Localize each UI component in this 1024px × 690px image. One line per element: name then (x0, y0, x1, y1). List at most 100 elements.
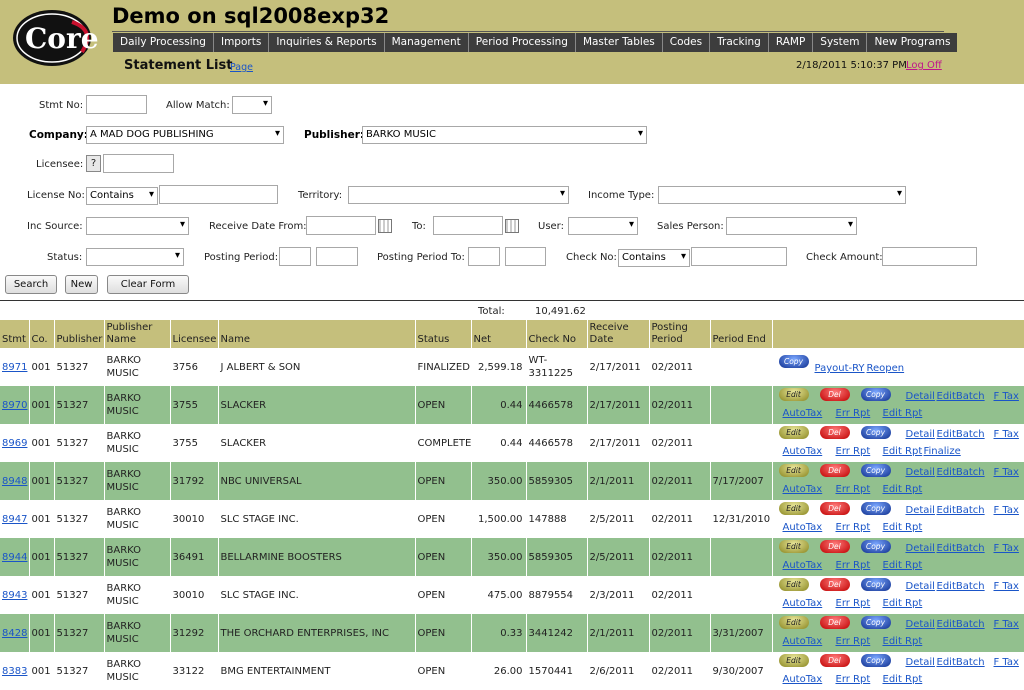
nav-item-management[interactable]: Management (385, 33, 469, 52)
edit-rpt-link[interactable]: Edit Rpt (883, 673, 923, 686)
license-no-mode-select[interactable]: Contains (86, 187, 158, 205)
edit-button[interactable]: Edit (778, 578, 809, 591)
autotax-link[interactable]: AutoTax (783, 559, 823, 572)
nav-item-system[interactable]: System (813, 33, 868, 52)
delete-button[interactable]: Del (819, 654, 850, 667)
stmt-link[interactable]: 8947 (2, 514, 27, 525)
editbatch-link[interactable]: EditBatch (937, 504, 985, 517)
copy-button[interactable]: Copy (860, 388, 891, 401)
err-rpt-link[interactable]: Err Rpt (836, 521, 871, 534)
inc-source-select[interactable] (86, 217, 189, 235)
posting-period-month-input[interactable] (279, 247, 311, 266)
autotax-link[interactable]: AutoTax (783, 635, 823, 648)
company-select[interactable]: A MAD DOG PUBLISHING (86, 126, 284, 144)
nav-item-new-programs[interactable]: New Programs (867, 33, 957, 52)
stmt-link[interactable]: 8383 (2, 666, 27, 677)
editbatch-link[interactable]: EditBatch (937, 466, 985, 479)
f-tax-link[interactable]: F Tax (994, 504, 1019, 517)
copy-button[interactable]: Copy (860, 502, 891, 515)
editbatch-link[interactable]: EditBatch (937, 656, 985, 669)
license-no-input[interactable] (159, 185, 278, 204)
delete-button[interactable]: Del (819, 388, 850, 401)
stmt-link[interactable]: 8944 (2, 552, 27, 563)
core-logo[interactable]: Core (12, 8, 98, 68)
err-rpt-link[interactable]: Err Rpt (836, 445, 871, 458)
autotax-link[interactable]: AutoTax (783, 597, 823, 610)
calendar-icon[interactable] (378, 219, 392, 233)
edit-button[interactable]: Edit (778, 464, 809, 477)
delete-button[interactable]: Del (819, 464, 850, 477)
payout-ry-link[interactable]: Payout-RY (815, 362, 865, 375)
f-tax-link[interactable]: F Tax (994, 390, 1019, 403)
copy-button[interactable]: Copy (860, 464, 891, 477)
nav-item-ramp[interactable]: RAMP (769, 33, 814, 52)
status-select[interactable] (86, 248, 184, 266)
stmt-no-input[interactable] (86, 95, 147, 114)
edit-rpt-link[interactable]: Edit Rpt (883, 635, 923, 648)
posting-period-year-input[interactable] (316, 247, 358, 266)
detail-link[interactable]: Detail (906, 466, 935, 479)
detail-link[interactable]: Detail (906, 428, 935, 441)
edit-button[interactable]: Edit (778, 654, 809, 667)
edit-rpt-link[interactable]: Edit Rpt (883, 445, 923, 458)
edit-button[interactable]: Edit (778, 502, 809, 515)
stmt-link[interactable]: 8970 (2, 400, 27, 411)
delete-button[interactable]: Del (819, 426, 850, 439)
copy-button[interactable]: Copy (860, 426, 891, 439)
edit-rpt-link[interactable]: Edit Rpt (883, 483, 923, 496)
stmt-link[interactable]: 8969 (2, 438, 27, 449)
log-off-link[interactable]: Log Off (906, 60, 942, 71)
edit-rpt-link[interactable]: Edit Rpt (883, 559, 923, 572)
copy-button[interactable]: Copy (860, 654, 891, 667)
editbatch-link[interactable]: EditBatch (937, 542, 985, 555)
nav-item-inquiries-reports[interactable]: Inquiries & Reports (269, 33, 385, 52)
detail-link[interactable]: Detail (906, 618, 935, 631)
page-link[interactable]: Page (230, 62, 253, 73)
err-rpt-link[interactable]: Err Rpt (836, 407, 871, 420)
stmt-link[interactable]: 8948 (2, 476, 27, 487)
user-select[interactable] (568, 217, 638, 235)
edit-button[interactable]: Edit (778, 540, 809, 553)
edit-button[interactable]: Edit (778, 388, 809, 401)
editbatch-link[interactable]: EditBatch (937, 428, 985, 441)
f-tax-link[interactable]: F Tax (994, 428, 1019, 441)
new-button[interactable]: New (65, 275, 98, 294)
editbatch-link[interactable]: EditBatch (937, 580, 985, 593)
err-rpt-link[interactable]: Err Rpt (836, 673, 871, 686)
nav-item-master-tables[interactable]: Master Tables (576, 33, 663, 52)
copy-button[interactable]: Copy (778, 355, 809, 368)
err-rpt-link[interactable]: Err Rpt (836, 635, 871, 648)
autotax-link[interactable]: AutoTax (783, 673, 823, 686)
delete-button[interactable]: Del (819, 502, 850, 515)
err-rpt-link[interactable]: Err Rpt (836, 559, 871, 572)
finalize-link[interactable]: Finalize (924, 445, 961, 458)
check-no-input[interactable] (691, 247, 787, 266)
f-tax-link[interactable]: F Tax (994, 656, 1019, 669)
licensee-input[interactable] (103, 154, 174, 173)
autotax-link[interactable]: AutoTax (783, 521, 823, 534)
f-tax-link[interactable]: F Tax (994, 542, 1019, 555)
reopen-link[interactable]: Reopen (867, 362, 905, 375)
clear-form-button[interactable]: Clear Form (107, 275, 189, 294)
posting-period-to-month-input[interactable] (468, 247, 500, 266)
editbatch-link[interactable]: EditBatch (937, 390, 985, 403)
detail-link[interactable]: Detail (906, 656, 935, 669)
detail-link[interactable]: Detail (906, 542, 935, 555)
check-amount-input[interactable] (882, 247, 977, 266)
nav-item-imports[interactable]: Imports (214, 33, 270, 52)
check-no-mode-select[interactable]: Contains (618, 249, 690, 267)
nav-item-daily-processing[interactable]: Daily Processing (113, 33, 214, 52)
edit-button[interactable]: Edit (778, 616, 809, 629)
nav-item-tracking[interactable]: Tracking (710, 33, 769, 52)
sales-person-select[interactable] (726, 217, 857, 235)
edit-rpt-link[interactable]: Edit Rpt (883, 407, 923, 420)
err-rpt-link[interactable]: Err Rpt (836, 597, 871, 610)
autotax-link[interactable]: AutoTax (783, 483, 823, 496)
delete-button[interactable]: Del (819, 540, 850, 553)
copy-button[interactable]: Copy (860, 578, 891, 591)
delete-button[interactable]: Del (819, 578, 850, 591)
territory-select[interactable] (348, 186, 569, 204)
edit-rpt-link[interactable]: Edit Rpt (883, 597, 923, 610)
receive-date-to-input[interactable] (433, 216, 503, 235)
f-tax-link[interactable]: F Tax (994, 580, 1019, 593)
